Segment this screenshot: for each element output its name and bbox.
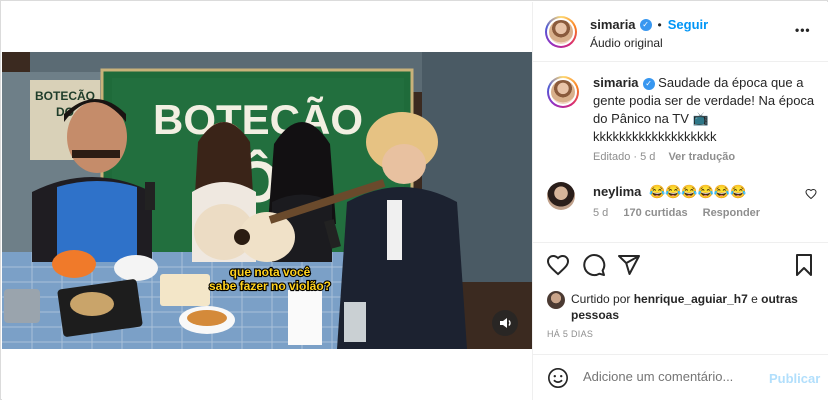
liked-by-text: Curtido por henrique_aguiar_h7 e outras …	[571, 291, 821, 323]
like-heart-icon[interactable]	[546, 253, 570, 277]
comment-text: 😂😂😂😂😂😂	[649, 184, 747, 199]
audio-link[interactable]: Áudio original	[590, 36, 663, 50]
caption-avatar[interactable]	[547, 76, 579, 108]
subtitle-line-2: sabe fazer no violão?	[209, 279, 331, 293]
reply-button[interactable]: Responder	[703, 207, 760, 219]
post-date: HÁ 5 DIAS	[547, 329, 594, 339]
post-dialog: BOTECÃO Ô BOTECÃO DO que nota você sabe …	[0, 0, 828, 400]
commenter-username[interactable]: neylima	[593, 184, 641, 199]
author-username[interactable]: simaria	[590, 17, 636, 32]
caption-username[interactable]: simaria	[593, 75, 639, 90]
share-paper-plane-icon[interactable]	[617, 253, 641, 277]
more-options-icon[interactable]: •••	[795, 23, 811, 37]
author-avatar[interactable]	[545, 16, 577, 48]
liked-by-joiner: e	[751, 292, 758, 306]
verified-icon: ✓	[642, 77, 655, 90]
liker-avatar[interactable]	[547, 291, 565, 309]
liked-by-prefix: Curtido por	[571, 292, 631, 306]
commenter-avatar[interactable]	[547, 182, 575, 210]
caption-meta: Editado · 5 d Ver tradução	[593, 151, 735, 163]
comment-bubble-icon[interactable]	[582, 253, 606, 277]
speaker-icon	[500, 318, 511, 328]
post-side-panel: simaria ✓ • Seguir Áudio original ••• simar…	[532, 2, 828, 400]
comment-item: neylima 😂😂😂😂😂😂 5 d 170 curtidas Responde…	[547, 182, 817, 226]
caption-text-block: simaria ✓ Saudade da época que a gente po…	[593, 74, 819, 146]
comment-like-heart-icon[interactable]	[805, 188, 817, 200]
subtitle-line-1: que nota você	[230, 265, 311, 279]
liked-by-user[interactable]: henrique_aguiar_h7	[634, 292, 748, 306]
comment-time: 5 d	[593, 207, 609, 219]
video-frame: BOTECÃO Ô BOTECÃO DO que nota você sabe …	[2, 52, 532, 349]
follow-button[interactable]: Seguir	[668, 17, 708, 32]
comment-input[interactable]	[581, 368, 765, 385]
comment-likes[interactable]: 170 curtidas	[623, 207, 687, 219]
verified-icon: ✓	[639, 18, 652, 31]
save-bookmark-icon[interactable]	[792, 253, 816, 277]
caption: simaria ✓ Saudade da época que a gente po…	[547, 75, 815, 166]
comment-text-row: neylima 😂😂😂😂😂😂	[593, 184, 746, 200]
media-area: BOTECÃO Ô BOTECÃO DO que nota você sabe …	[2, 2, 532, 400]
header-name-row: simaria ✓ • Seguir	[590, 16, 708, 34]
emoji-smiley-icon[interactable]	[547, 367, 569, 389]
see-translation-link[interactable]: Ver tradução	[668, 151, 735, 163]
add-comment-bar: Publicar	[533, 354, 828, 401]
comment-meta: 5 d 170 curtidas Responder	[593, 207, 760, 219]
post-header: simaria ✓ • Seguir Áudio original •••	[533, 2, 828, 62]
comments-list: simaria ✓ Saudade da época que a gente po…	[533, 62, 828, 242]
sign-text: BOTECÃO	[153, 96, 363, 143]
video-player[interactable]: BOTECÃO Ô BOTECÃO DO que nota você sabe …	[2, 52, 532, 349]
separator-dot: •	[657, 18, 662, 32]
publish-button[interactable]: Publicar	[769, 371, 820, 386]
caption-edited: Editado · 5 d	[593, 151, 656, 163]
mute-button[interactable]	[492, 310, 518, 336]
